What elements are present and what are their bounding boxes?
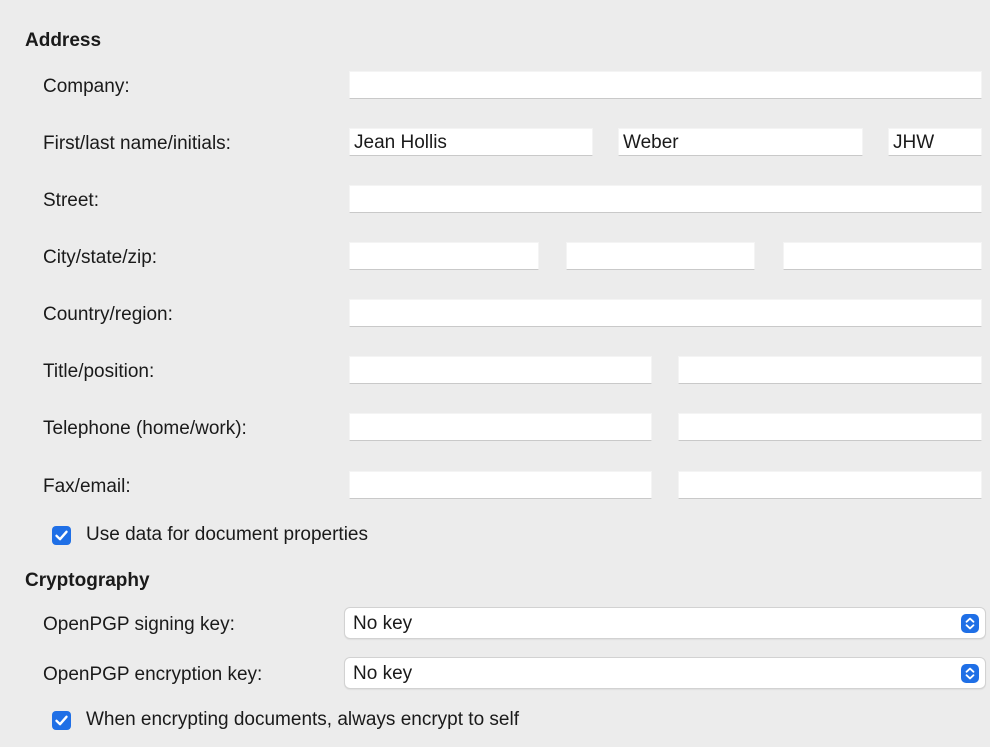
work-phone-input[interactable] xyxy=(678,413,982,441)
use-data-checkbox[interactable] xyxy=(52,526,71,545)
checkmark-icon xyxy=(55,530,68,541)
country-label: Country/region: xyxy=(43,304,173,325)
encryption-key-value: No key xyxy=(353,663,413,684)
address-section-title: Address xyxy=(25,30,102,51)
position-input[interactable] xyxy=(678,356,982,384)
fax-email-label: Fax/email: xyxy=(43,476,131,497)
email-input[interactable] xyxy=(678,471,982,499)
home-phone-input[interactable] xyxy=(349,413,652,441)
first-name-input[interactable]: Jean Hollis xyxy=(349,128,593,156)
title-input[interactable] xyxy=(349,356,652,384)
signing-key-value: No key xyxy=(353,613,413,634)
use-data-label[interactable]: Use data for document properties xyxy=(86,524,368,546)
last-name-input[interactable]: Weber xyxy=(618,128,863,156)
encrypt-self-checkbox[interactable] xyxy=(52,711,71,730)
cryptography-section-title: Cryptography xyxy=(25,570,150,591)
zip-input[interactable] xyxy=(783,242,982,270)
encryption-key-select[interactable]: No key xyxy=(344,657,986,689)
telephone-label: Telephone (home/work): xyxy=(43,418,247,439)
city-state-zip-label: City/state/zip: xyxy=(43,247,158,268)
signing-key-select[interactable]: No key xyxy=(344,607,986,639)
company-input[interactable] xyxy=(349,71,982,99)
user-data-panel: Address Company: First/last name/initial… xyxy=(0,0,990,747)
up-down-chevron-icon xyxy=(961,614,979,633)
city-input[interactable] xyxy=(349,242,539,270)
up-down-chevron-icon xyxy=(961,664,979,683)
street-label: Street: xyxy=(43,190,99,211)
company-label: Company: xyxy=(43,76,130,97)
state-input[interactable] xyxy=(566,242,755,270)
title-position-label: Title/position: xyxy=(43,361,155,382)
initials-input[interactable]: JHW xyxy=(888,128,982,156)
street-input[interactable] xyxy=(349,185,982,213)
country-input[interactable] xyxy=(349,299,982,327)
signing-key-label: OpenPGP signing key: xyxy=(43,614,235,635)
checkmark-icon xyxy=(55,715,68,726)
encryption-key-label: OpenPGP encryption key: xyxy=(43,664,263,685)
name-label: First/last name/initials: xyxy=(43,133,231,154)
encrypt-self-label[interactable]: When encrypting documents, always encryp… xyxy=(86,709,519,731)
fax-input[interactable] xyxy=(349,471,652,499)
